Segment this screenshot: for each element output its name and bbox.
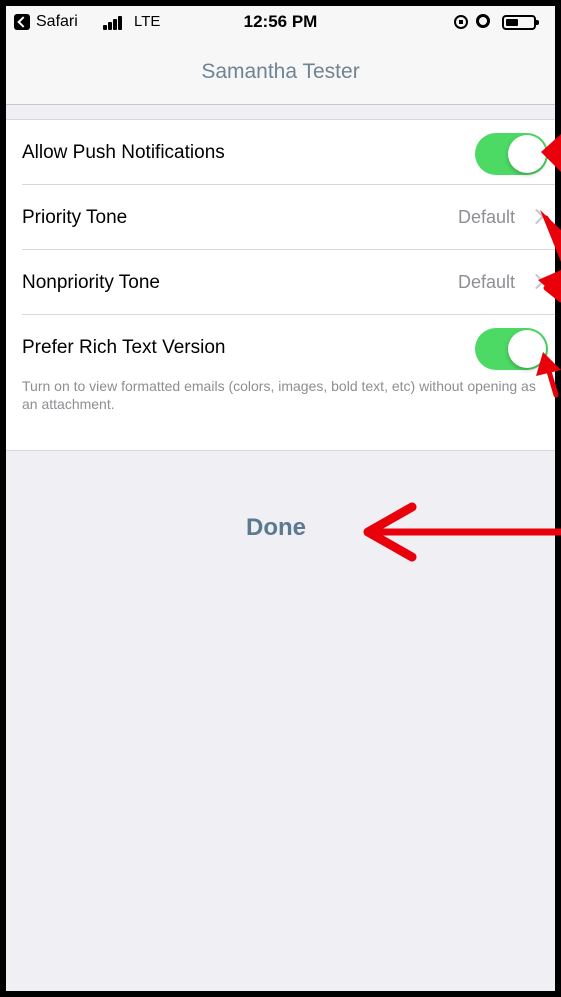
toggle-knob xyxy=(508,135,546,173)
nonpriority-tone-value: Default xyxy=(457,272,515,292)
nonpriority-tone-row[interactable]: Nonpriority Tone Default xyxy=(6,250,555,315)
push-notifications-label: Allow Push Notifications xyxy=(22,142,225,163)
priority-tone-row[interactable]: Priority Tone Default xyxy=(6,185,555,250)
priority-tone-value: Default xyxy=(457,207,515,227)
nonpriority-tone-label: Nonpriority Tone xyxy=(22,272,161,293)
done-button[interactable]: Done xyxy=(226,514,326,542)
rich-text-label: Prefer Rich Text Version xyxy=(22,337,226,358)
orientation-lock-icon xyxy=(454,15,468,29)
phone-screen: Safari LTE 12:56 PM Samantha Tester Allo… xyxy=(6,6,555,991)
priority-tone-label: Priority Tone xyxy=(22,207,128,228)
rich-text-toggle[interactable] xyxy=(475,328,548,370)
page-title: Samantha Tester xyxy=(201,60,360,83)
toggle-knob xyxy=(508,330,546,368)
push-notifications-row: Allow Push Notifications xyxy=(6,120,555,185)
alarm-icon xyxy=(476,14,490,28)
rich-text-row: Prefer Rich Text Version xyxy=(6,315,555,380)
push-notifications-toggle[interactable] xyxy=(475,133,548,175)
battery-icon xyxy=(502,15,539,30)
notification-settings-group: Allow Push Notifications Priority Tone D… xyxy=(6,119,555,451)
chevron-right-icon xyxy=(528,273,545,290)
status-time: 12:56 PM xyxy=(243,12,318,31)
nav-bar: Samantha Tester xyxy=(6,40,555,105)
chevron-right-icon xyxy=(528,208,545,225)
status-bar: Safari LTE 12:56 PM xyxy=(6,6,555,40)
rich-text-footnote: Turn on to view formatted emails (colors… xyxy=(22,378,536,412)
